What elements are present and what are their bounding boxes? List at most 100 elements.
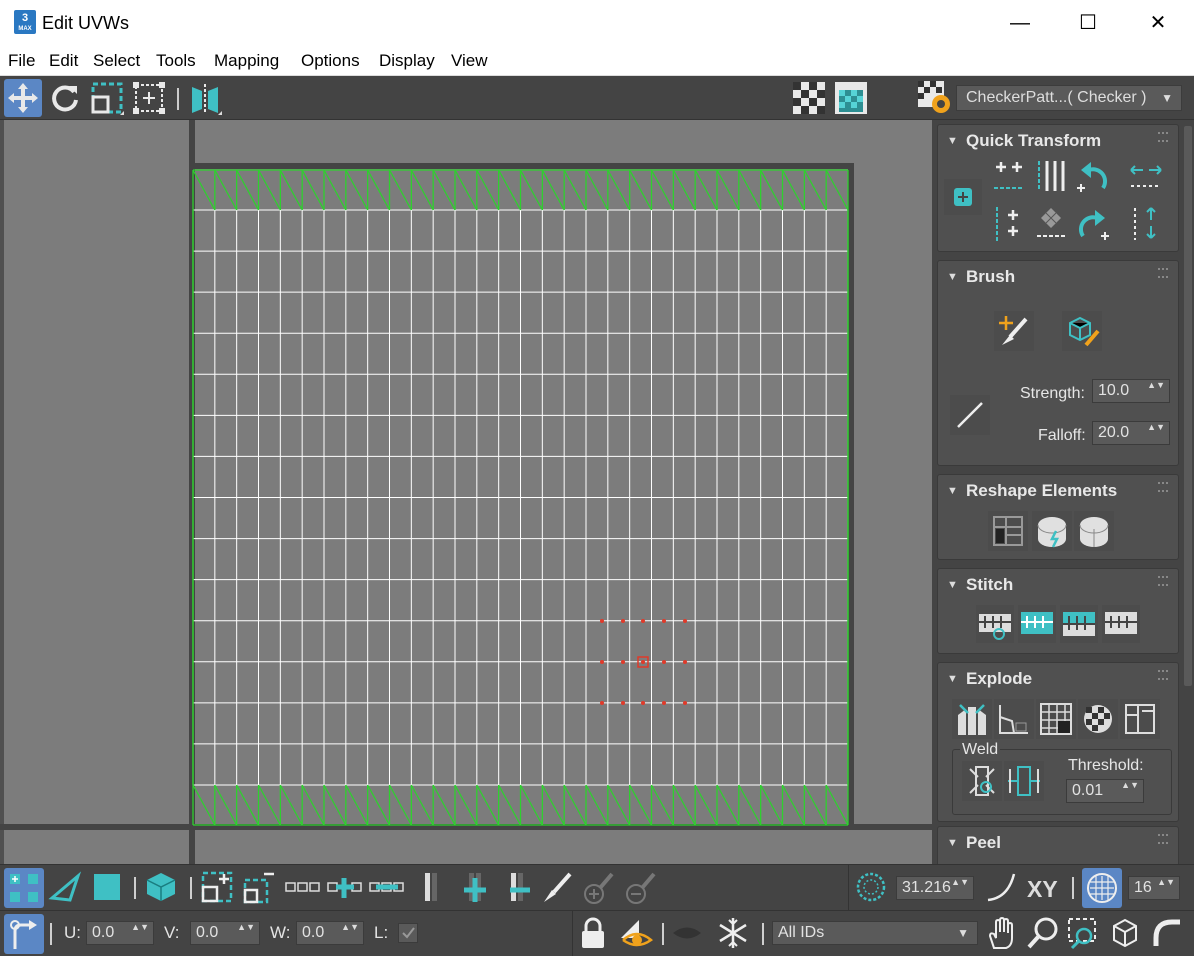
zoom-region-button[interactable] <box>1064 914 1102 952</box>
spinner-arrows-icon[interactable]: ▲▼ <box>1147 422 1165 433</box>
space-horizontal-button[interactable] <box>1126 157 1166 195</box>
panel-scrollbar[interactable] <box>1184 126 1192 686</box>
collapse-icon[interactable]: ▼ <box>947 673 958 685</box>
u-coordinate-spinner[interactable]: 0.0 ▲▼ <box>86 921 154 945</box>
rollout-title[interactable]: Quick Transform <box>966 131 1101 151</box>
paint-element-button[interactable] <box>1062 311 1102 351</box>
menu-display[interactable]: Display <box>379 51 435 71</box>
background-map-button[interactable] <box>832 79 870 117</box>
shrink-selection-button[interactable] <box>240 868 278 906</box>
element-mode-button[interactable] <box>142 868 180 906</box>
stitch-average-button[interactable] <box>1060 605 1098 643</box>
transform-pivot-button[interactable] <box>944 179 982 215</box>
spinner-arrows-icon[interactable]: ▲▼ <box>131 922 149 933</box>
close-button[interactable]: ✕ <box>1138 8 1178 38</box>
vertex-mode-button[interactable] <box>4 868 44 908</box>
menu-options[interactable]: Options <box>301 51 360 71</box>
explode-by-smoothing-button[interactable] <box>1036 699 1076 739</box>
zoom-button[interactable] <box>1024 914 1062 952</box>
soft-selection-spinner[interactable]: 31.216 ▲▼ <box>896 876 974 900</box>
align-vertical-button[interactable] <box>1032 157 1070 195</box>
relax-brush-button[interactable] <box>994 311 1034 351</box>
menu-select[interactable]: Select <box>93 51 140 71</box>
loop-select-button[interactable] <box>284 868 322 906</box>
selected-vertex[interactable] <box>621 660 625 664</box>
menu-tools[interactable]: Tools <box>156 51 196 71</box>
shrink-loop-button[interactable] <box>368 868 406 906</box>
texture-map-dropdown[interactable]: CheckerPatt...( Checker ) ▼ <box>956 85 1182 111</box>
paint-select-button[interactable] <box>538 868 576 906</box>
falloff-curve-button[interactable] <box>982 868 1020 906</box>
selected-vertex[interactable] <box>662 660 666 664</box>
absolute-offset-toggle[interactable] <box>4 914 44 954</box>
selected-vertex[interactable] <box>621 701 625 705</box>
falloff-space-xy[interactable]: XY <box>1027 876 1058 903</box>
align-grid-button[interactable] <box>1032 203 1070 245</box>
menu-mapping[interactable]: Mapping <box>214 51 279 71</box>
rollout-title[interactable]: Explode <box>966 669 1032 689</box>
explode-by-material-button[interactable] <box>1078 699 1118 739</box>
menu-edit[interactable]: Edit <box>49 51 78 71</box>
freeform-tool-button[interactable] <box>130 79 168 117</box>
pan-button[interactable] <box>982 914 1020 952</box>
selected-vertex[interactable] <box>600 701 604 705</box>
selected-vertex[interactable] <box>600 619 604 623</box>
selected-vertex[interactable] <box>641 619 645 623</box>
uv-editor-viewport[interactable] <box>0 120 932 864</box>
spinner-arrows-icon[interactable]: ▲▼ <box>237 922 255 933</box>
grid-size-spinner[interactable]: 16 ▲▼ <box>1128 876 1180 900</box>
spinner-arrows-icon[interactable]: ▲▼ <box>1157 877 1175 888</box>
grip-icon[interactable] <box>1158 268 1168 278</box>
soft-selection-button[interactable] <box>852 868 890 906</box>
spinner-arrows-icon[interactable]: ▲▼ <box>341 922 359 933</box>
mirror-tool-button[interactable] <box>186 79 224 117</box>
spinner-arrows-icon[interactable]: ▲▼ <box>1121 780 1139 791</box>
grip-icon[interactable] <box>1158 670 1168 680</box>
grip-icon[interactable] <box>1158 576 1168 586</box>
straighten-button[interactable] <box>988 511 1028 551</box>
selected-vertex[interactable] <box>641 701 645 705</box>
grip-icon[interactable] <box>1158 834 1168 844</box>
v-coordinate-spinner[interactable]: 0.0 ▲▼ <box>190 921 260 945</box>
stitch-to-source-button[interactable] <box>1102 605 1140 643</box>
break-button[interactable] <box>952 699 992 739</box>
collapse-icon[interactable]: ▼ <box>947 271 958 283</box>
minimize-button[interactable]: — <box>1000 8 1040 38</box>
flatten-button[interactable] <box>1120 699 1160 739</box>
maximize-button[interactable]: ☐ <box>1068 8 1108 38</box>
relax-button[interactable] <box>1074 511 1114 551</box>
menu-view[interactable]: View <box>451 51 488 71</box>
falloff-spinner[interactable]: 20.0 ▲▼ <box>1092 421 1170 445</box>
grow-selection-button[interactable] <box>198 868 236 906</box>
align-to-edge-button[interactable] <box>990 203 1028 245</box>
selected-vertex[interactable] <box>600 660 604 664</box>
selected-vertex[interactable] <box>683 660 687 664</box>
brush-falloff-type-button[interactable] <box>950 395 990 435</box>
isolate-button[interactable] <box>668 914 706 952</box>
selected-vertex[interactable] <box>641 660 645 664</box>
paint-shrink-button[interactable] <box>622 868 660 906</box>
rotate-tool-button[interactable] <box>46 79 84 117</box>
spinner-arrows-icon[interactable]: ▲▼ <box>1147 380 1165 391</box>
rollout-title[interactable]: Brush <box>966 267 1015 287</box>
grow-loop-button[interactable] <box>326 868 364 906</box>
checker-pattern-button[interactable] <box>790 79 828 117</box>
edge-mode-button[interactable] <box>46 868 84 906</box>
freeze-button[interactable] <box>714 914 752 952</box>
selected-vertex[interactable] <box>683 701 687 705</box>
collapse-icon[interactable]: ▼ <box>947 837 958 849</box>
snap-toggle-button[interactable] <box>1148 914 1186 952</box>
spinner-arrows-icon[interactable]: ▲▼ <box>951 877 969 888</box>
selected-vertex[interactable] <box>683 619 687 623</box>
grow-ring-button[interactable] <box>456 868 494 906</box>
lock-selection-button[interactable] <box>574 914 612 952</box>
menu-file[interactable]: File <box>8 51 35 71</box>
threshold-spinner[interactable]: 0.01 ▲▼ <box>1066 779 1144 803</box>
grip-icon[interactable] <box>1158 132 1168 142</box>
rollout-title[interactable]: Stitch <box>966 575 1013 595</box>
ring-select-button[interactable] <box>412 868 450 906</box>
weld-target-button[interactable] <box>1004 761 1044 801</box>
space-vertical-button[interactable] <box>1126 203 1166 245</box>
stitch-to-target-button[interactable] <box>1018 605 1056 643</box>
shrink-ring-button[interactable] <box>498 868 536 906</box>
